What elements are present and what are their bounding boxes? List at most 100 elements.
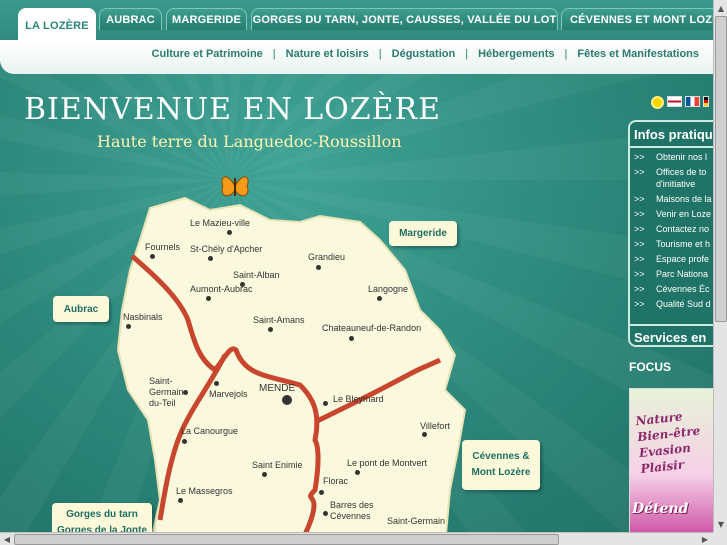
region-margeride[interactable]: Margeride <box>389 221 457 246</box>
focus-banner-text: Détend <box>632 501 689 517</box>
top-nav: LA LOZÈRE AUBRAC MARGERIDE GORGES DU TAR… <box>0 0 727 42</box>
scroll-right-icon[interactable]: ▶ <box>699 533 711 545</box>
tab-la-lozere[interactable]: LA LOZÈRE <box>18 8 96 42</box>
town-label: St-Chély d'Apcher <box>190 244 263 254</box>
town-label: MENDE <box>259 383 296 394</box>
map: Margeride Aubrac Cévennes & Mont Lozère … <box>0 160 620 545</box>
page-subtitle: Haute terre du Languedoc-Roussillon <box>97 132 402 151</box>
town-dot <box>126 324 131 329</box>
town-label: Le Bleymard <box>333 394 384 404</box>
list-item-label: Obtenir nos l <box>656 152 708 162</box>
town-label: Fournels <box>145 242 181 252</box>
town-dot <box>377 296 382 301</box>
arrow-icon: >> <box>634 224 645 234</box>
arrow-icon: >> <box>634 167 645 177</box>
region-cevennes-line1: Cévennes & <box>472 451 530 462</box>
town-label: Langogne <box>368 284 409 294</box>
list-item-label: Qualité Sud d <box>656 299 711 309</box>
town-label: La Canourgue <box>181 426 239 436</box>
focus-text: Nature Bien-être Evasion Plaisir <box>635 405 718 477</box>
sun-icon[interactable] <box>651 96 664 109</box>
subnav-hebergements[interactable]: Hébergements <box>468 48 564 60</box>
arrow-icon: >> <box>634 194 645 204</box>
arrow-icon: >> <box>634 254 645 264</box>
town-label: Grandieu <box>308 252 346 262</box>
town-dot <box>316 265 321 270</box>
arrow-icon: >> <box>634 152 645 162</box>
town-label: Florac <box>323 476 349 486</box>
arrow-spacer <box>634 179 656 190</box>
town-label: Cévennes <box>330 511 371 521</box>
tab-aubrac[interactable]: AUBRAC <box>99 8 162 30</box>
town-dot <box>208 256 213 261</box>
list-item-label: Maisons de la <box>656 194 712 204</box>
region-aubrac[interactable]: Aubrac <box>53 296 109 322</box>
town-dot <box>268 327 273 332</box>
arrow-icon: >> <box>634 284 645 294</box>
list-item-label: Contactez no <box>656 224 710 234</box>
tab-margeride[interactable]: MARGERIDE <box>166 8 247 30</box>
language-flags <box>651 96 709 109</box>
de-flag-icon[interactable] <box>703 96 709 107</box>
town-label: Saint-Amans <box>253 315 305 325</box>
town-dot <box>150 254 155 259</box>
town-dot <box>262 472 267 477</box>
town-label: Saint-Alban <box>233 270 280 280</box>
town-label: Marvejols <box>209 389 248 399</box>
focus-label: FOCUS <box>629 360 671 374</box>
town-dot <box>319 490 324 495</box>
vertical-scroll-thumb[interactable] <box>715 16 727 322</box>
town-dot <box>282 395 292 405</box>
sub-nav: Culture et Patrimoine | Nature et loisir… <box>0 40 727 74</box>
tab-cevennes[interactable]: CÉVENNES ET MONT LOZÈRE <box>561 8 721 30</box>
fr-flag-icon[interactable] <box>685 96 700 107</box>
town-dot <box>183 390 188 395</box>
list-item-label: Venir en Loze <box>656 209 712 219</box>
arrow-icon: >> <box>634 209 645 219</box>
town-label: Saint Enimie <box>252 460 303 470</box>
butterfly-icon <box>221 176 249 197</box>
town-dot <box>422 432 427 437</box>
town-label: Le Mazieu-ville <box>190 218 251 228</box>
arrow-icon: >> <box>634 299 645 309</box>
scroll-up-icon[interactable]: ▲ <box>715 2 727 14</box>
page: LA LOZÈRE AUBRAC MARGERIDE GORGES DU TAR… <box>0 0 727 545</box>
list-item-label: Cévennes Éc <box>656 284 710 294</box>
arrow-icon: >> <box>634 239 645 249</box>
town-dot <box>355 470 360 475</box>
subnav-culture[interactable]: Culture et Patrimoine <box>142 48 273 60</box>
town-dot <box>214 381 219 386</box>
horizontal-scroll-thumb[interactable] <box>14 534 559 545</box>
scrollbar-corner <box>713 532 727 545</box>
focus-banner[interactable]: Nature Bien-être Evasion Plaisir Détend <box>629 388 719 533</box>
town-label: Barres des <box>330 500 374 510</box>
scroll-left-icon[interactable]: ◀ <box>1 533 13 545</box>
town-dot <box>349 336 354 341</box>
town-dot <box>182 439 187 444</box>
town-label: Saint- <box>149 376 173 386</box>
town-label: Le pont de Montvert <box>347 458 428 468</box>
list-item-label: Offices de to <box>656 167 707 177</box>
uk-flag-icon[interactable] <box>667 96 682 107</box>
scroll-down-icon[interactable]: ▼ <box>715 518 727 530</box>
list-item-label: Parc Nationa <box>656 269 709 279</box>
list-item-label: Espace profe <box>656 254 710 264</box>
tab-gorges[interactable]: GORGES DU TARN, JONTE, CAUSSES, VALLÉE D… <box>251 8 558 30</box>
town-label: Chateauneuf-de-Randon <box>322 323 422 333</box>
subnav-nature[interactable]: Nature et loisirs <box>276 48 379 60</box>
vertical-scrollbar[interactable]: ▲ ▼ <box>713 0 727 532</box>
horizontal-scrollbar[interactable]: ◀ ▶ <box>0 532 713 545</box>
region-cevennes[interactable]: Cévennes & Mont Lozère <box>462 440 540 490</box>
region-cevennes-line2: Mont Lozère <box>471 467 531 478</box>
subnav-degustation[interactable]: Dégustation <box>382 48 466 60</box>
town-dot <box>178 498 183 503</box>
subnav-fetes[interactable]: Fêtes et Manifestations <box>567 48 709 60</box>
town-dot <box>323 401 328 406</box>
list-item-label: Tourisme et h <box>656 239 711 249</box>
region-gorges-line1: Gorges du tarn <box>66 509 138 520</box>
town-label: Saint-Germain <box>387 516 446 526</box>
town-label: du-Teil <box>149 398 176 408</box>
town-label: Aumont-Aubrac <box>190 284 253 294</box>
list-item-label: d'initiative <box>656 179 696 189</box>
town-dot <box>323 511 328 516</box>
